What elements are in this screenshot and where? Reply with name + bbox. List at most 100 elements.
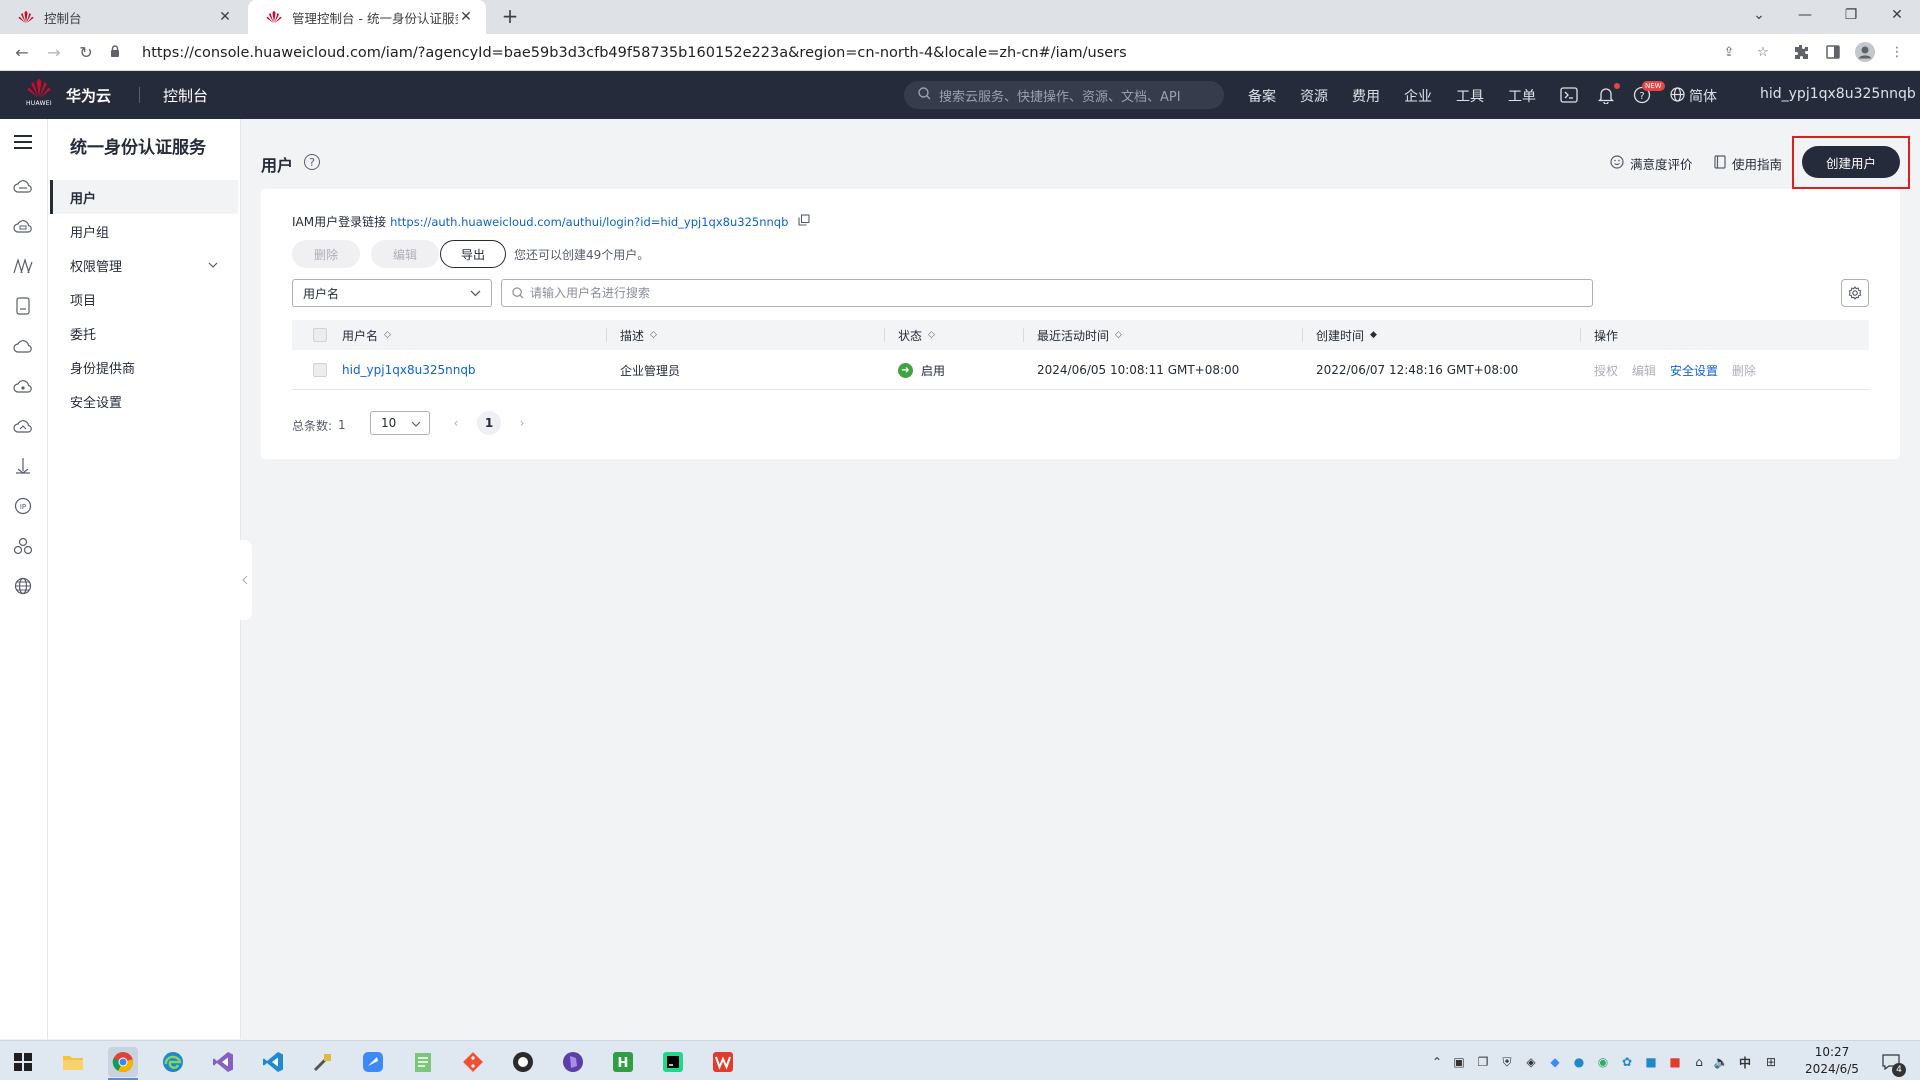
tools-app-icon[interactable] [308, 1047, 338, 1077]
vscode-icon[interactable] [258, 1047, 288, 1077]
nav-resources[interactable]: 资源 [1300, 86, 1328, 106]
edit-button[interactable]: 编辑 [371, 240, 439, 268]
sidebar-item-agencies[interactable]: 委托 [50, 316, 238, 350]
security-settings-action[interactable]: 安全设置 [1670, 362, 1718, 379]
tray-shield-icon[interactable]: ⛨ [1498, 1053, 1516, 1071]
column-status[interactable]: 状态 ◇ [898, 320, 935, 350]
filter-field-select[interactable]: 用户名 [292, 279, 492, 307]
share-icon[interactable]: ⇪ [1718, 41, 1740, 63]
bookmark-star-icon[interactable]: ☆ [1752, 41, 1774, 63]
sidebar-item-security-settings[interactable]: 安全设置 [50, 384, 238, 418]
ime-mode-icon[interactable]: ⊞ [1762, 1053, 1780, 1071]
sort-icon[interactable]: ◇ [650, 330, 657, 340]
sidebar-item-identity-providers[interactable]: 身份提供商 [50, 350, 238, 384]
wps-icon[interactable] [708, 1047, 738, 1077]
cloud-shell-icon[interactable] [1558, 84, 1580, 106]
username-link[interactable]: hid_ypj1qx8u325nnqb [342, 350, 476, 390]
nav-billing[interactable]: 费用 [1352, 86, 1380, 106]
side-panel-icon[interactable] [1822, 41, 1844, 63]
forward-icon[interactable]: → [42, 40, 66, 64]
back-icon[interactable]: ← [10, 40, 34, 64]
browser-tab-console[interactable]: 控制台 ✕ [0, 0, 245, 34]
column-created[interactable]: 创建时间 ◆ [1316, 320, 1377, 350]
select-all-checkbox[interactable] [313, 328, 327, 342]
monitoring-icon[interactable] [12, 255, 34, 277]
cloud-database-icon[interactable] [12, 215, 34, 237]
visual-studio-icon[interactable] [208, 1047, 238, 1077]
copy-icon[interactable] [798, 214, 810, 229]
nav-enterprise[interactable]: 企业 [1404, 86, 1432, 106]
idea-icon[interactable] [658, 1047, 688, 1077]
tray-feishu-icon[interactable]: ◆ [1546, 1053, 1564, 1071]
tray-app-icon[interactable]: ◈ [1522, 1053, 1540, 1071]
hbuilder-icon[interactable]: H [608, 1047, 638, 1077]
user-guide-link[interactable]: 使用指南 [1714, 154, 1782, 173]
user-search-field[interactable] [530, 286, 1556, 300]
reload-icon[interactable]: ↻ [74, 40, 98, 64]
huawei-logo[interactable]: HUAWEI [24, 79, 54, 113]
cloud-network-icon[interactable] [12, 335, 34, 357]
tray-network-app-icon[interactable]: ✿ [1618, 1053, 1636, 1071]
minimize-window-icon[interactable]: — [1782, 0, 1828, 30]
close-tab-icon[interactable]: ✕ [217, 9, 233, 25]
edit-action[interactable]: 编辑 [1632, 362, 1656, 379]
tray-wechat-icon[interactable]: ◉ [1594, 1053, 1612, 1071]
system-clock[interactable]: 10:27 2024/6/5 [1796, 1044, 1868, 1078]
page-size-select[interactable]: 10 [370, 411, 430, 435]
tray-network-icon[interactable]: ⌂ [1690, 1053, 1708, 1071]
close-window-icon[interactable]: ✕ [1874, 0, 1920, 30]
obsidian-icon[interactable] [558, 1047, 588, 1077]
column-last-active[interactable]: 最近活动时间 ◇ [1037, 320, 1122, 350]
notepad-icon[interactable] [408, 1047, 438, 1077]
sidebar-item-projects[interactable]: 项目 [50, 282, 238, 316]
cloud-server-icon[interactable] [12, 175, 34, 197]
extensions-icon[interactable] [1790, 41, 1812, 63]
close-tab-icon[interactable]: ✕ [458, 9, 474, 25]
nav-filing[interactable]: 备案 [1248, 86, 1276, 106]
new-tab-button[interactable]: + [498, 5, 522, 29]
table-settings-button[interactable] [1841, 279, 1869, 307]
sort-icon[interactable]: ◇ [1115, 330, 1122, 340]
profile-avatar-icon[interactable] [1854, 41, 1876, 63]
tray-app-icon[interactable]: ■ [1642, 1053, 1660, 1071]
authorize-action[interactable]: 授权 [1594, 362, 1618, 379]
feedback-link[interactable]: 满意度评价 [1610, 154, 1693, 173]
browser-tab-iam[interactable]: 管理控制台 - 统一身份认证服务 ✕ [248, 0, 486, 34]
tray-volume-icon[interactable]: 🔈 [1712, 1053, 1730, 1071]
login-link[interactable]: https://auth.huaweicloud.com/authui/logi… [390, 215, 788, 229]
sort-icon[interactable]: ◇ [928, 330, 935, 340]
tray-expand-icon[interactable]: ⌃ [1428, 1053, 1446, 1071]
global-search-input[interactable]: 搜索云服务、快捷操作、资源、文档、API [904, 81, 1224, 109]
brand-name[interactable]: 华为云 [66, 85, 111, 106]
cluster-icon[interactable] [12, 535, 34, 557]
edge-icon[interactable] [158, 1047, 188, 1077]
global-network-icon[interactable] [12, 575, 34, 597]
tab-search-icon[interactable]: ⌄ [1736, 0, 1782, 30]
delete-button[interactable]: 删除 [292, 240, 360, 268]
user-search-input[interactable] [501, 279, 1593, 307]
tray-app-icon[interactable]: ● [1570, 1053, 1588, 1071]
ip-service-icon[interactable]: IP [12, 495, 34, 517]
nav-tools[interactable]: 工具 [1456, 86, 1484, 106]
account-username[interactable]: hid_ypj1qx8u325nnqb [1760, 86, 1916, 102]
language-switch[interactable]: 简体 [1670, 86, 1717, 106]
next-page-icon[interactable]: › [510, 411, 534, 435]
chrome-icon[interactable] [108, 1047, 138, 1077]
deploy-icon[interactable] [12, 455, 34, 477]
storage-icon[interactable] [12, 295, 34, 317]
prev-page-icon[interactable]: ‹ [444, 411, 468, 435]
create-user-button[interactable]: 创建用户 [1802, 146, 1900, 178]
sidebar-item-user-groups[interactable]: 用户组 [50, 214, 238, 248]
git-icon[interactable] [458, 1047, 488, 1077]
tray-app-icon[interactable]: ▣ [1450, 1053, 1468, 1071]
console-link[interactable]: 控制台 [163, 85, 208, 106]
sort-icon[interactable]: ◇ [384, 330, 391, 340]
ime-indicator[interactable]: 中 [1736, 1053, 1754, 1071]
restore-window-icon[interactable]: ❐ [1828, 0, 1874, 30]
file-explorer-icon[interactable] [58, 1047, 88, 1077]
sidebar-collapse-handle[interactable] [238, 540, 252, 620]
feishu-icon[interactable] [358, 1047, 388, 1077]
cloud-container-icon[interactable] [12, 415, 34, 437]
menu-hamburger-icon[interactable] [12, 131, 34, 153]
app-circle-icon[interactable] [508, 1047, 538, 1077]
